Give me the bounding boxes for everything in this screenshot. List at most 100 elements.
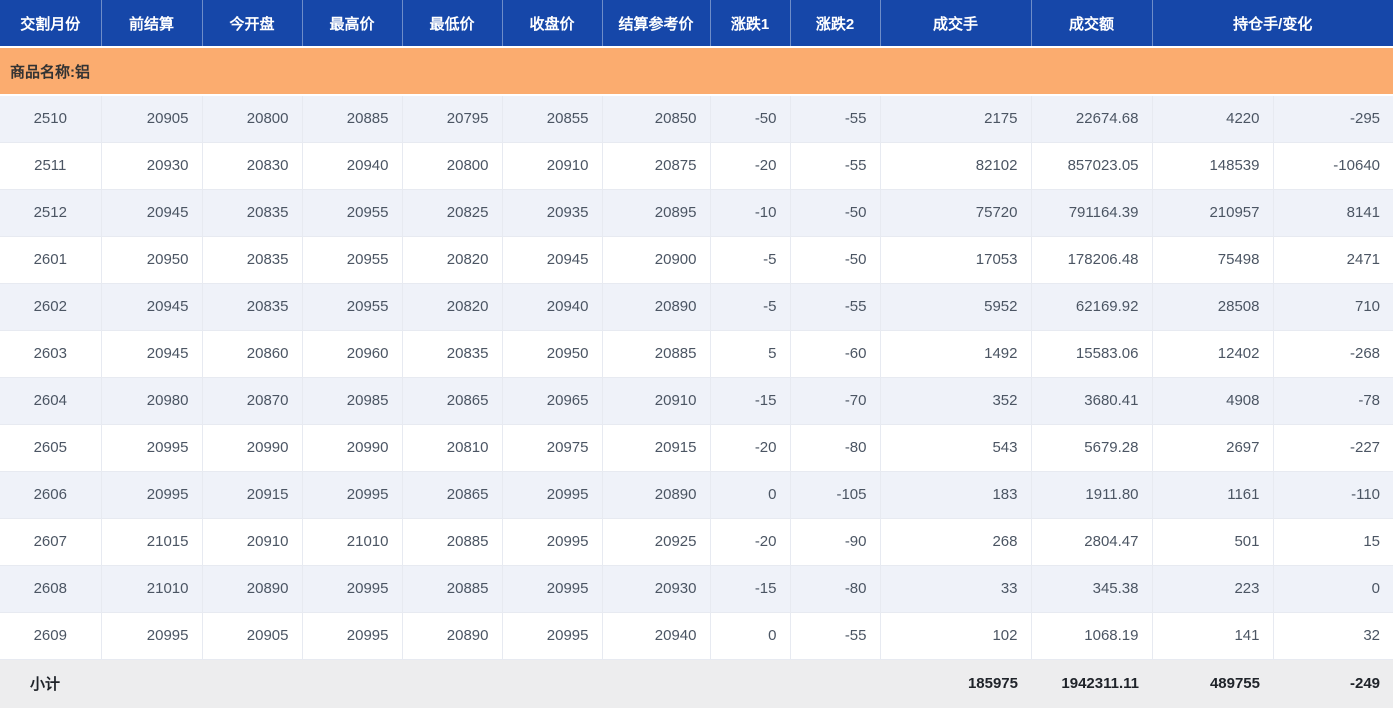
cell-value: 4220 [1152, 95, 1274, 143]
cell-value: 20860 [202, 330, 303, 378]
cell-value: 20820 [402, 236, 503, 284]
cell-value: 17053 [880, 236, 1032, 284]
table-row: 2601 20950 20835 20955 20820 20945 20900 -5 -50 1… [0, 236, 1393, 284]
cell-value: -90 [790, 518, 881, 566]
cell-value: 20995 [502, 565, 603, 613]
column-header-close: 收盘价 [502, 0, 603, 48]
cell-value: -55 [790, 142, 881, 190]
column-header-change1: 涨跌1 [710, 0, 791, 48]
cell-value: 20885 [602, 330, 711, 378]
column-header-prev-settle: 前结算 [101, 0, 203, 48]
cell-value: 32 [1273, 612, 1393, 660]
cell-value: -110 [1273, 471, 1393, 519]
cell-value: 20905 [101, 95, 203, 143]
cell-value: -15 [710, 377, 791, 425]
cell-value: 75498 [1152, 236, 1274, 284]
cell-month: 2606 [0, 471, 102, 519]
column-header-month: 交割月份 [0, 0, 102, 48]
cell-value: 183 [880, 471, 1032, 519]
cell-value: -268 [1273, 330, 1393, 378]
cell-value: 20995 [502, 612, 603, 660]
cell-value: 20955 [302, 236, 403, 284]
cell-value: 20995 [101, 612, 203, 660]
cell-value: 21015 [101, 518, 203, 566]
cell-value: 62169.92 [1031, 283, 1153, 331]
table-row: 2512 20945 20835 20955 20825 20935 20895 -10 -50… [0, 189, 1393, 237]
cell-value: 20935 [502, 189, 603, 237]
column-header-turnover: 成交额 [1031, 0, 1153, 48]
cell-value: -20 [710, 142, 791, 190]
cell-value: 20910 [502, 142, 603, 190]
cell-value: 20895 [602, 189, 711, 237]
subtotal-open-interest: 489755 [1152, 658, 1273, 708]
cell-value: -55 [790, 95, 881, 143]
cell-month: 2511 [0, 142, 102, 190]
cell-value: 543 [880, 424, 1032, 472]
cell-value: 345.38 [1031, 565, 1153, 613]
cell-value: 148539 [1152, 142, 1274, 190]
cell-value: 3680.41 [1031, 377, 1153, 425]
commodity-name-label: 商品名称:铝 [0, 47, 1393, 96]
header-row: 交割月份 前结算 今开盘 最高价 最低价 收盘价 结算参考价 涨跌1 涨跌2 成… [0, 0, 1393, 48]
cell-value: -60 [790, 330, 881, 378]
cell-month: 2601 [0, 236, 102, 284]
table-header: 交割月份 前结算 今开盘 最高价 最低价 收盘价 结算参考价 涨跌1 涨跌2 成… [0, 0, 1393, 48]
cell-value: 20905 [202, 612, 303, 660]
cell-value: -55 [790, 612, 881, 660]
cell-value: -5 [710, 236, 791, 284]
column-header-settle-ref: 结算参考价 [602, 0, 711, 48]
cell-value: -227 [1273, 424, 1393, 472]
cell-value: 20810 [402, 424, 503, 472]
cell-value: 2471 [1273, 236, 1393, 284]
table-row: 2606 20995 20915 20995 20865 20995 20890 0 -105 1… [0, 471, 1393, 519]
table-row: 2605 20995 20990 20990 20810 20975 20915 -20 -80… [0, 424, 1393, 472]
cell-value: 20995 [302, 471, 403, 519]
cell-value: 21010 [101, 565, 203, 613]
cell-value: 15 [1273, 518, 1393, 566]
cell-value: 20955 [302, 283, 403, 331]
subtotal-volume: 185975 [880, 658, 1031, 708]
table-row: 2603 20945 20860 20960 20835 20950 20885 5 -60 14… [0, 330, 1393, 378]
column-header-high: 最高价 [302, 0, 403, 48]
cell-value: 5 [710, 330, 791, 378]
cell-value: -10640 [1273, 142, 1393, 190]
cell-value: 20835 [202, 236, 303, 284]
cell-value: -20 [710, 424, 791, 472]
cell-value: 20950 [502, 330, 603, 378]
cell-value: 82102 [880, 142, 1032, 190]
cell-value: 0 [710, 612, 791, 660]
cell-value: 20865 [402, 377, 503, 425]
cell-value: -80 [790, 424, 881, 472]
cell-value: 20890 [402, 612, 503, 660]
cell-value: 20795 [402, 95, 503, 143]
cell-value: -78 [1273, 377, 1393, 425]
cell-month: 2512 [0, 189, 102, 237]
cell-value: 20955 [302, 189, 403, 237]
cell-value: 20940 [302, 142, 403, 190]
cell-month: 2603 [0, 330, 102, 378]
cell-value: 21010 [302, 518, 403, 566]
table-row: 2607 21015 20910 21010 20885 20995 20925 -20 -90… [0, 518, 1393, 566]
cell-value: 15583.06 [1031, 330, 1153, 378]
commodity-group-row: 商品名称:铝 [0, 47, 1393, 96]
cell-value: 20800 [202, 95, 303, 143]
table-row: 2608 21010 20890 20995 20885 20995 20930 -15 -80… [0, 565, 1393, 613]
cell-value: 102 [880, 612, 1032, 660]
cell-month: 2510 [0, 95, 102, 143]
table-row: 2510 20905 20800 20885 20795 20855 20850 -50 -55… [0, 95, 1393, 143]
cell-value: 20825 [402, 189, 503, 237]
cell-value: 20995 [502, 471, 603, 519]
table-row: 2604 20980 20870 20985 20865 20965 20910 -15 -70… [0, 377, 1393, 425]
cell-value: 2697 [1152, 424, 1274, 472]
cell-value: 20965 [502, 377, 603, 425]
cell-value: 20830 [202, 142, 303, 190]
cell-value: 20915 [202, 471, 303, 519]
cell-value: 20995 [302, 565, 403, 613]
cell-value: 2175 [880, 95, 1032, 143]
column-header-oi-change: 持仓手/变化 [1152, 0, 1393, 48]
column-header-open: 今开盘 [202, 0, 303, 48]
cell-value: 20800 [402, 142, 503, 190]
cell-value: 20945 [502, 236, 603, 284]
cell-value: -50 [790, 236, 881, 284]
cell-value: -80 [790, 565, 881, 613]
